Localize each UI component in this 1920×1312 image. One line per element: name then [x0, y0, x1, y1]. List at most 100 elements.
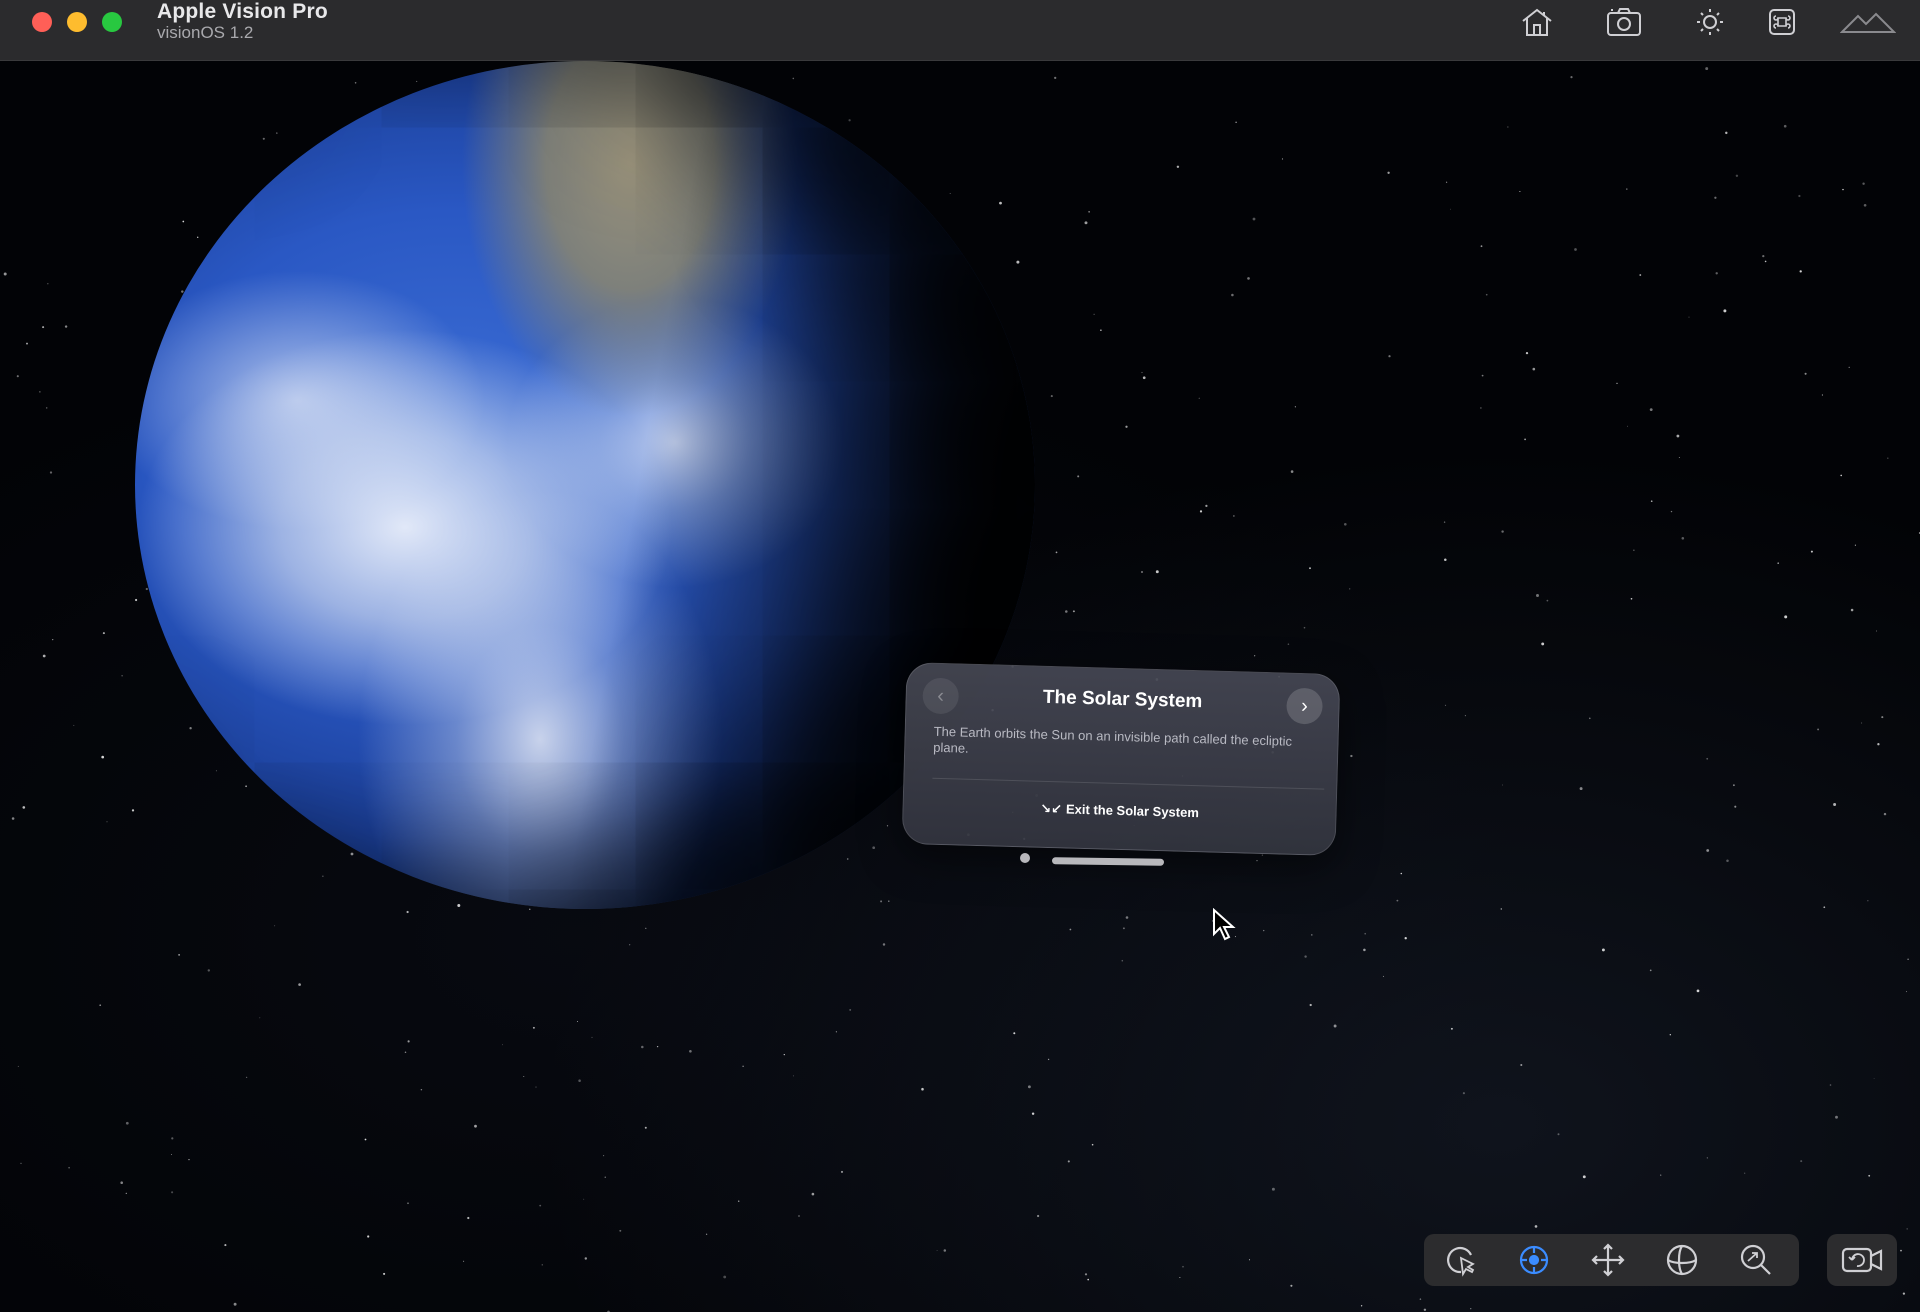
star — [1254, 655, 1256, 657]
star — [1650, 500, 1653, 503]
star — [1862, 182, 1865, 185]
star — [872, 846, 876, 850]
star — [1065, 610, 1068, 613]
star — [840, 1170, 844, 1173]
pan-icon[interactable] — [1586, 1240, 1630, 1280]
brightness-icon[interactable] — [1688, 4, 1732, 40]
star — [1507, 126, 1509, 128]
star — [689, 1049, 692, 1053]
star — [1601, 948, 1605, 952]
star — [1462, 1092, 1465, 1095]
star — [1125, 425, 1128, 428]
star — [42, 654, 46, 658]
star — [1649, 969, 1652, 972]
close-window-button[interactable] — [32, 12, 52, 32]
star — [1290, 1284, 1293, 1287]
star — [1626, 188, 1628, 190]
star — [367, 1235, 370, 1238]
card-title: The Solar System — [1042, 686, 1203, 713]
star — [539, 1204, 542, 1207]
star — [936, 1250, 938, 1252]
exit-solar-system-button[interactable]: ↘↙ Exit the Solar System — [903, 797, 1335, 825]
star — [1444, 558, 1447, 562]
star — [467, 1216, 470, 1220]
star — [245, 785, 247, 788]
command-icon[interactable] — [1760, 4, 1804, 40]
star — [188, 1158, 190, 1161]
star — [1798, 194, 1801, 198]
star — [1450, 1027, 1453, 1030]
environment-icon[interactable] — [1838, 4, 1898, 40]
rotate-icon[interactable] — [1660, 1240, 1704, 1280]
star — [1480, 245, 1483, 248]
star — [1360, 1305, 1363, 1307]
star — [474, 1124, 477, 1128]
card-divider — [932, 777, 1325, 790]
star — [1141, 571, 1143, 573]
star — [1396, 899, 1399, 902]
star — [1546, 599, 1549, 602]
star — [1676, 434, 1680, 438]
star — [1027, 1085, 1031, 1089]
star — [943, 1249, 947, 1252]
star — [1848, 366, 1850, 369]
star — [1723, 309, 1727, 313]
maximize-window-button[interactable] — [102, 12, 122, 32]
star — [1829, 1084, 1832, 1086]
star — [1252, 217, 1256, 221]
star — [354, 82, 357, 84]
star — [1263, 929, 1265, 932]
star — [792, 77, 795, 80]
star — [407, 1202, 409, 1205]
solar-system-card: ‹ The Solar System › The Earth orbits th… — [901, 661, 1341, 857]
star — [274, 925, 276, 927]
star — [583, 1198, 585, 1200]
next-button[interactable]: › — [1286, 687, 1324, 725]
star — [1084, 221, 1088, 225]
star — [888, 900, 890, 902]
star — [1400, 872, 1403, 875]
select-icon[interactable] — [1439, 1240, 1483, 1280]
star — [584, 1257, 588, 1260]
star — [1877, 743, 1880, 746]
star — [1088, 211, 1090, 213]
star — [1520, 1063, 1523, 1067]
star — [463, 1260, 465, 1262]
star — [849, 1008, 852, 1011]
star — [1589, 717, 1591, 720]
star — [224, 1244, 227, 1247]
star — [1069, 928, 1072, 931]
star — [1706, 757, 1709, 760]
star — [1067, 1160, 1070, 1163]
star — [1388, 355, 1391, 358]
camera-icon[interactable] — [1603, 4, 1647, 40]
zoom-icon[interactable] — [1734, 1240, 1778, 1280]
star — [322, 875, 324, 877]
star — [457, 904, 461, 907]
star — [1842, 188, 1844, 191]
star — [1470, 1308, 1472, 1310]
star — [197, 236, 199, 238]
star — [1906, 1228, 1908, 1230]
star — [1582, 1175, 1586, 1179]
star — [1480, 407, 1482, 409]
star — [882, 943, 886, 946]
star — [1784, 615, 1788, 619]
star — [1125, 916, 1129, 919]
star — [364, 1138, 367, 1141]
orbit-icon[interactable] — [1512, 1240, 1556, 1280]
star — [52, 638, 54, 641]
camera-reset-icon[interactable] — [1827, 1234, 1897, 1286]
star — [1100, 329, 1102, 332]
star — [1502, 784, 1503, 786]
star — [215, 770, 217, 772]
star — [1570, 76, 1573, 79]
star — [1840, 474, 1842, 477]
home-icon[interactable] — [1515, 4, 1559, 40]
window-close-dot[interactable] — [1020, 853, 1030, 863]
star — [1311, 934, 1313, 936]
star — [502, 1044, 504, 1046]
star — [1054, 76, 1057, 80]
minimize-window-button[interactable] — [67, 12, 87, 32]
star — [1142, 376, 1146, 380]
